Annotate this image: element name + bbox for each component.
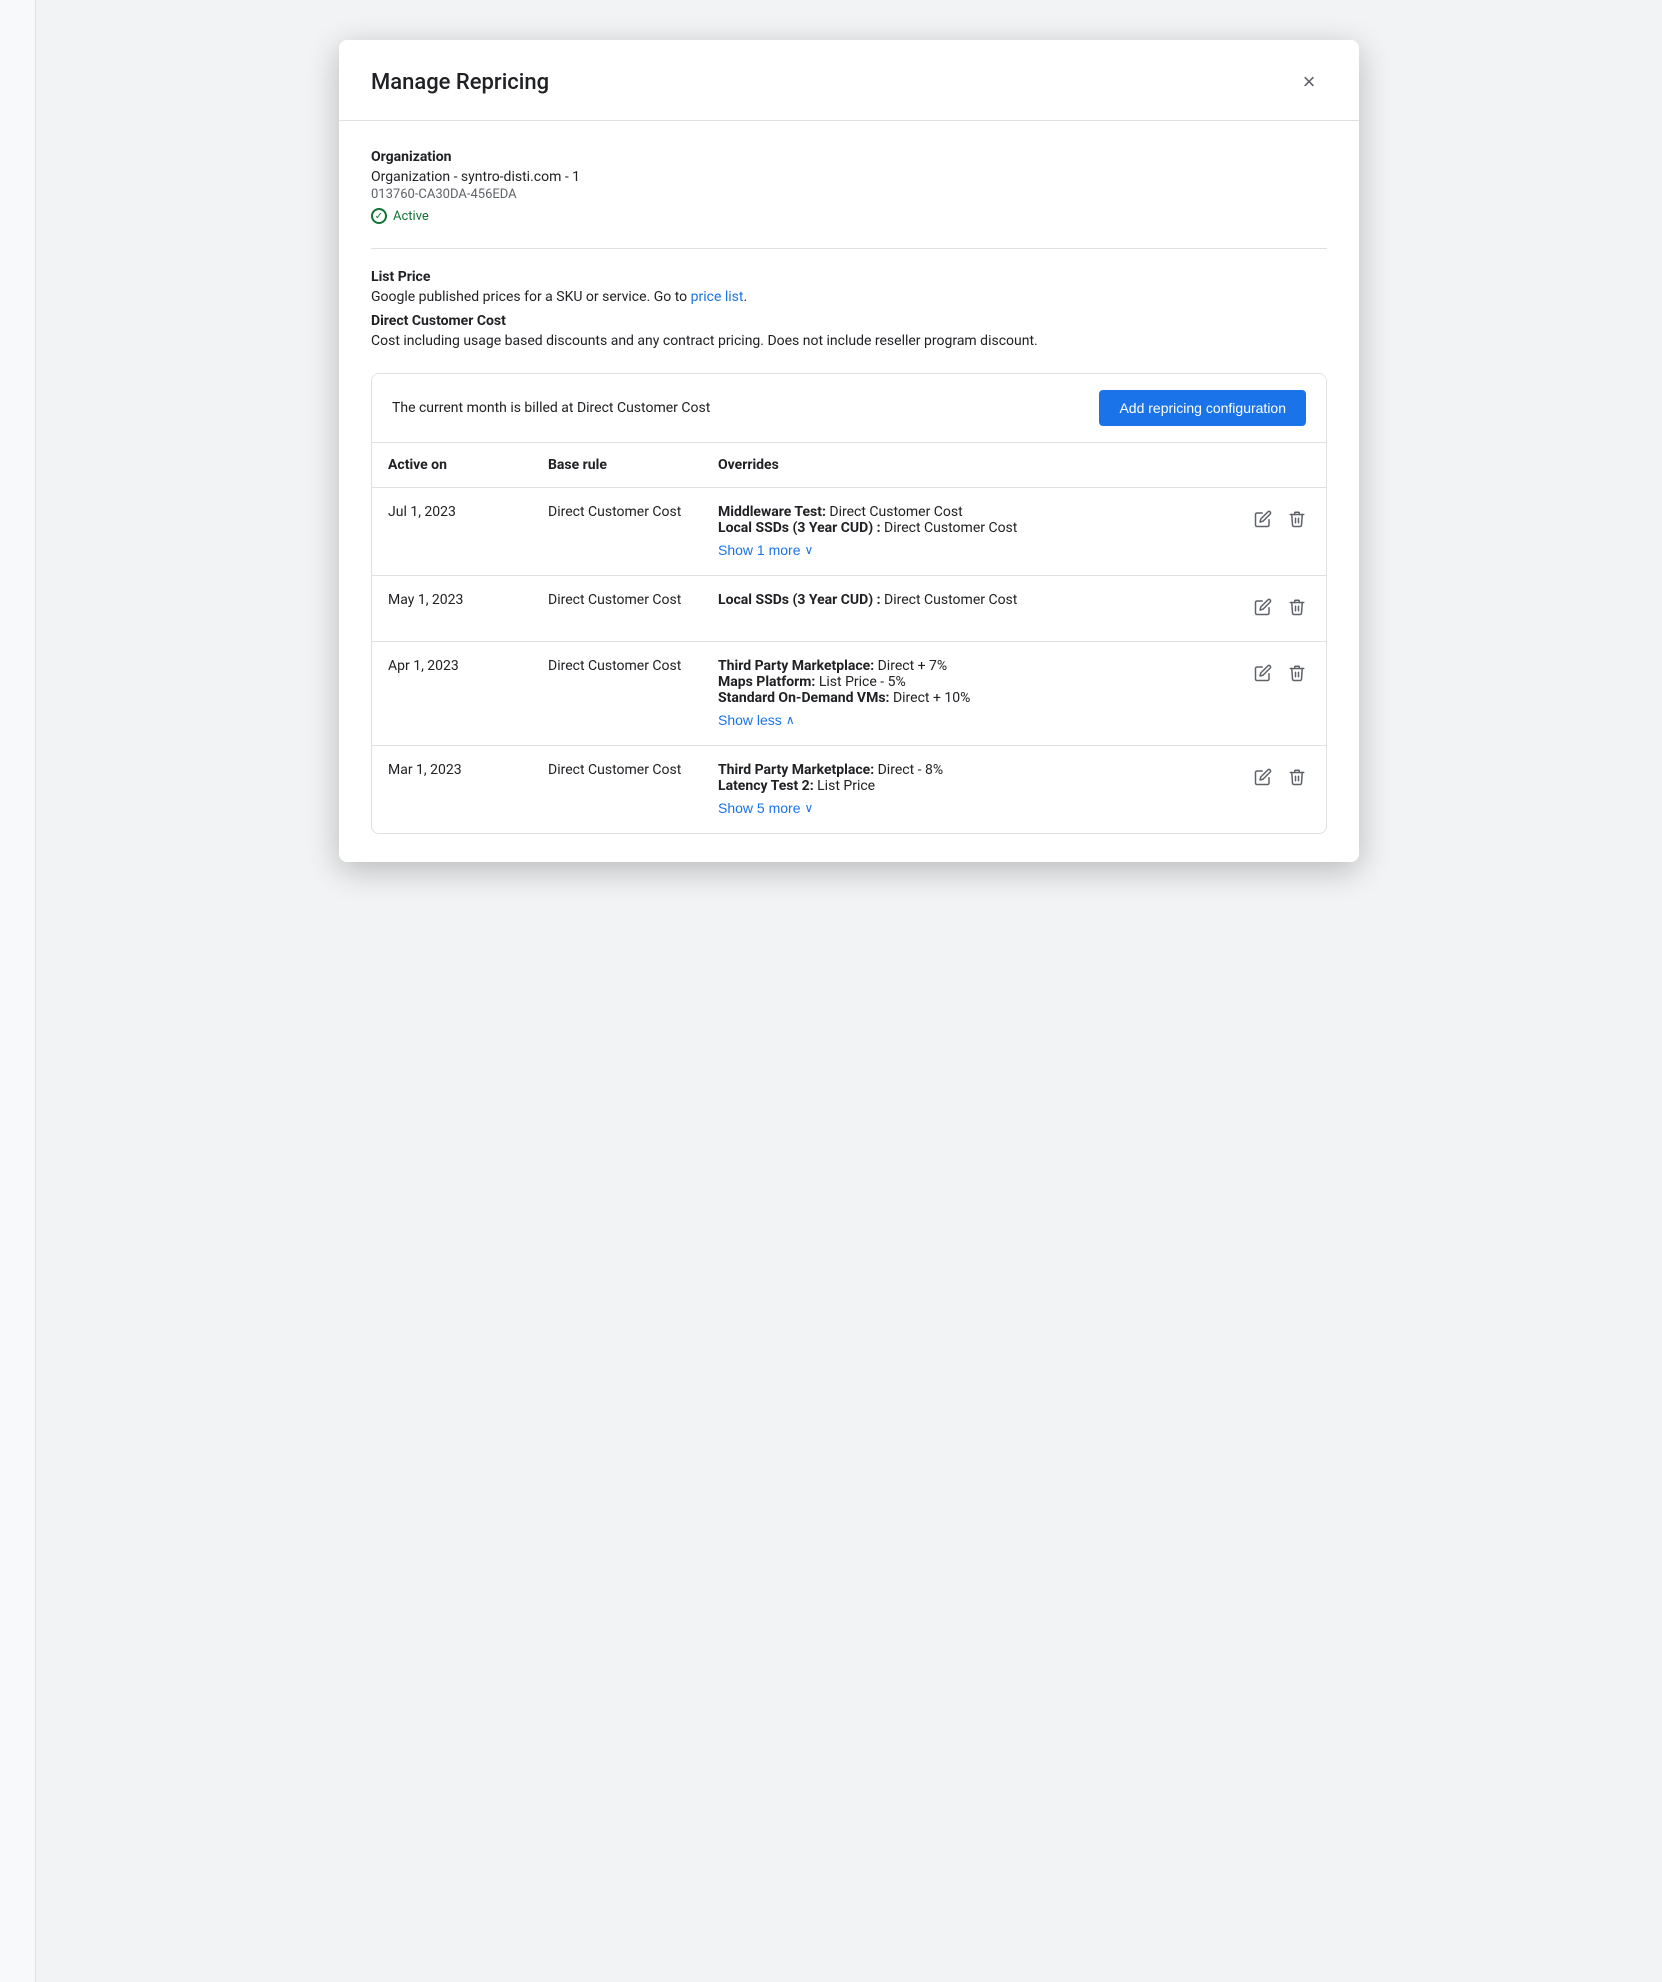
direct-cost-label: Direct Customer Cost [371,313,1327,329]
organization-label: Organization [371,149,1327,165]
modal-header: Manage Repricing × [339,40,1359,121]
override-entry: Middleware Test: Direct Customer Cost [718,504,1218,520]
list-price-section: List Price Google published prices for a… [371,269,1327,305]
direct-customer-cost-section: Direct Customer Cost Cost including usag… [371,313,1327,349]
cell-overrides: Third Party Marketplace: Direct - 8%Late… [702,746,1234,834]
table-row: Jul 1, 2023Direct Customer CostMiddlewar… [372,488,1326,576]
billing-info-bar: The current month is billed at Direct Cu… [372,374,1326,442]
delete-button[interactable] [1284,594,1310,625]
billing-info-text: The current month is billed at Direct Cu… [392,400,710,416]
delete-button[interactable] [1284,506,1310,537]
divider-1 [371,248,1327,249]
show-more-button[interactable]: Show 1 more ∨ [718,542,813,558]
main-area: Manage Repricing × Organization Organiza… [36,0,1662,1982]
list-price-description: Google published prices for a SKU or ser… [371,289,1327,305]
modal: Manage Repricing × Organization Organiza… [339,40,1359,862]
cell-actions [1234,488,1326,576]
cell-active-on: Jul 1, 2023 [372,488,532,576]
delete-button[interactable] [1284,764,1310,795]
add-repricing-config-button[interactable]: Add repricing configuration [1099,390,1306,426]
cell-actions [1234,642,1326,746]
action-buttons [1250,504,1310,537]
active-icon: ✓ [371,208,387,224]
cell-actions [1234,576,1326,642]
col-active-on: Active on [372,443,532,488]
override-entry: Local SSDs (3 Year CUD) : Direct Custome… [718,520,1218,536]
show-more-button[interactable]: Show 5 more ∨ [718,800,813,816]
cell-base-rule: Direct Customer Cost [532,576,702,642]
organization-name: Organization - syntro-disti.com - 1 [371,169,1327,185]
edit-button[interactable] [1250,594,1276,625]
chevron-icon: ∨ [804,801,813,815]
direct-cost-description: Cost including usage based discounts and… [371,333,1327,349]
modal-body: Organization Organization - syntro-disti… [339,121,1359,862]
cell-actions [1234,746,1326,834]
edit-button[interactable] [1250,660,1276,691]
cell-overrides: Local SSDs (3 Year CUD) : Direct Custome… [702,576,1234,642]
override-entry: Standard On-Demand VMs: Direct + 10% [718,690,1218,706]
cell-active-on: May 1, 2023 [372,576,532,642]
price-list-link[interactable]: price list [691,289,744,305]
table-row: Apr 1, 2023Direct Customer CostThird Par… [372,642,1326,746]
col-actions [1234,443,1326,488]
cell-base-rule: Direct Customer Cost [532,746,702,834]
edit-button[interactable] [1250,764,1276,795]
close-button[interactable]: × [1291,64,1327,100]
cell-active-on: Mar 1, 2023 [372,746,532,834]
organization-section: Organization Organization - syntro-disti… [371,149,1327,224]
override-entry: Latency Test 2: List Price [718,778,1218,794]
cell-overrides: Middleware Test: Direct Customer CostLoc… [702,488,1234,576]
table-row: Mar 1, 2023Direct Customer CostThird Par… [372,746,1326,834]
override-entry: Local SSDs (3 Year CUD) : Direct Custome… [718,592,1218,608]
chevron-icon: ∨ [804,543,813,557]
cell-active-on: Apr 1, 2023 [372,642,532,746]
show-less-button[interactable]: Show less ∧ [718,712,795,728]
repricing-table: Active on Base rule Overrides Jul 1, 202… [372,442,1326,833]
edit-button[interactable] [1250,506,1276,537]
active-label: Active [393,209,429,224]
billing-box: The current month is billed at Direct Cu… [371,373,1327,834]
table-row: May 1, 2023Direct Customer Cost Local SSD… [372,576,1326,642]
chevron-icon: ∧ [786,713,795,727]
action-buttons [1250,592,1310,625]
override-entry: Third Party Marketplace: Direct - 8% [718,762,1218,778]
list-price-label: List Price [371,269,1327,285]
override-entry: Maps Platform: List Price - 5% [718,674,1218,690]
override-entry: Third Party Marketplace: Direct + 7% [718,658,1218,674]
action-buttons [1250,762,1310,795]
col-base-rule: Base rule [532,443,702,488]
sidebar [0,0,36,1982]
organization-id: 013760-CA30DA-456EDA [371,187,1327,202]
page-wrapper: Manage Repricing × Organization Organiza… [0,0,1662,1982]
active-badge: ✓ Active [371,208,429,224]
cell-base-rule: Direct Customer Cost [532,642,702,746]
cell-overrides: Third Party Marketplace: Direct + 7%Maps… [702,642,1234,746]
cell-base-rule: Direct Customer Cost [532,488,702,576]
col-overrides: Overrides [702,443,1234,488]
delete-button[interactable] [1284,660,1310,691]
action-buttons [1250,658,1310,691]
modal-title: Manage Repricing [371,70,549,95]
table-header-row: Active on Base rule Overrides [372,443,1326,488]
